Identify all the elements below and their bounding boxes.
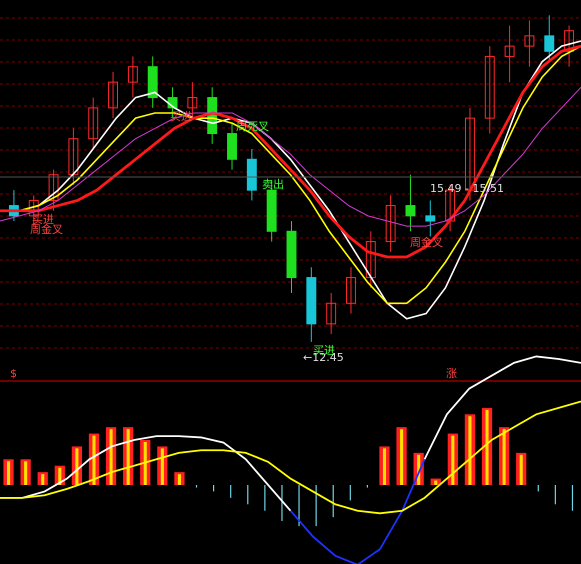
- macd-bar-inner: [519, 454, 523, 485]
- macd-bar-inner: [468, 416, 472, 485]
- high-range-label: 15.49 - 15.51: [430, 182, 504, 195]
- candle-body: [246, 158, 257, 191]
- candle-body: [286, 230, 297, 279]
- candle-body: [405, 205, 416, 217]
- candle-body: [306, 277, 317, 325]
- macd-bar-inner: [502, 429, 506, 485]
- cross-label-right: 周金叉: [410, 235, 443, 249]
- macd-bar-inner: [109, 429, 113, 485]
- candle-body: [266, 189, 277, 232]
- panel-left-tag: $: [10, 367, 17, 380]
- cross-label-left: 周金叉: [30, 222, 63, 236]
- candle-body: [544, 35, 555, 52]
- macd-bar-inner: [177, 474, 181, 485]
- macd-bar-inner: [24, 461, 28, 485]
- macd-bar-inner: [382, 448, 387, 485]
- panel-right-tag: 涨: [446, 367, 457, 380]
- macd-bar-inner: [92, 435, 96, 485]
- candle-body: [207, 97, 218, 135]
- candle-body: [227, 133, 237, 160]
- low-price-marker: ←12.45: [303, 351, 344, 364]
- stock-chart: 买进 周金叉 买进 周死叉 卖出 买进 周金叉 ←12.45 15.49 - 1…: [0, 0, 581, 564]
- macd-bar-inner: [41, 474, 45, 485]
- macd-bar-inner: [160, 448, 164, 485]
- death-cross-label: 周死叉: [236, 120, 269, 133]
- macd-bar-inner: [400, 429, 404, 485]
- sell-label: 卖出: [262, 177, 284, 191]
- macd-bar-inner: [126, 429, 130, 485]
- candle-body: [425, 215, 436, 222]
- macd-bar-inner: [75, 448, 79, 485]
- macd-bar-inner: [7, 461, 11, 485]
- macd-bar-inner: [485, 409, 489, 485]
- macd-bar-inner: [451, 435, 455, 485]
- buy-label-mid: 买进: [170, 110, 192, 123]
- macd-bar-inner: [434, 480, 438, 485]
